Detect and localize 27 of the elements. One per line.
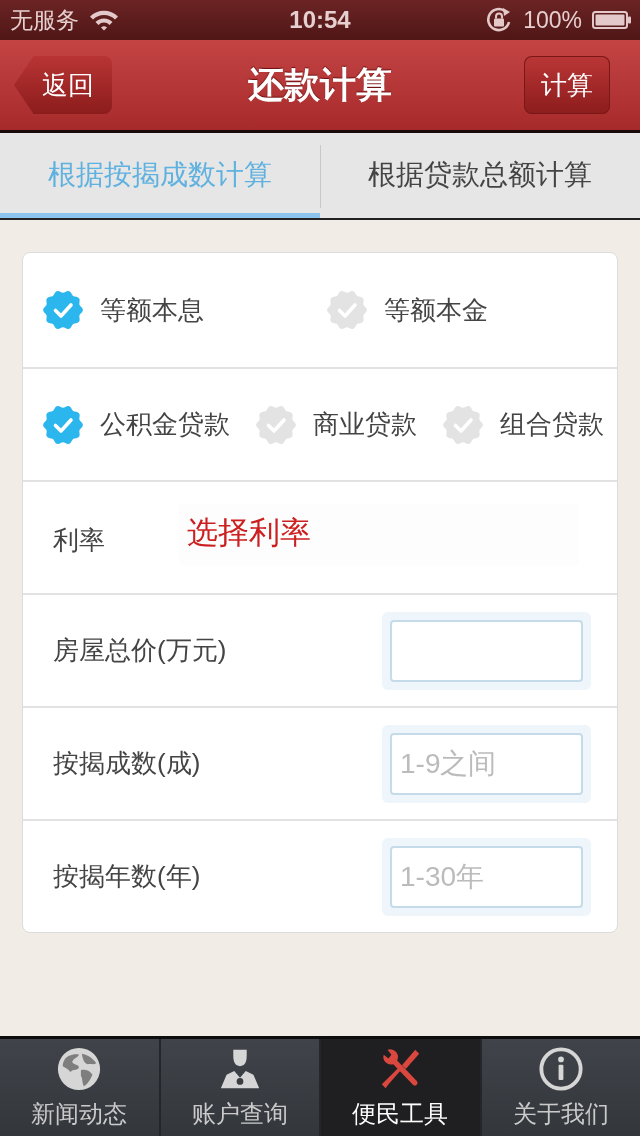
loan-type-option[interactable]: 组合贷款 — [443, 404, 604, 445]
battery-percent: 100% — [523, 6, 582, 34]
calculate-button[interactable]: 计算 — [524, 56, 610, 114]
tab-bar-item[interactable]: 新闻动态 — [0, 1039, 159, 1136]
wifi-icon — [89, 9, 119, 31]
field-label: 按揭成数(成) — [52, 747, 201, 780]
input-field[interactable]: 1-30年 — [382, 837, 591, 916]
tab[interactable]: 根据贷款总额计算 — [320, 133, 640, 218]
input-field[interactable]: 1-9之间 — [382, 724, 591, 803]
tab-bar-item[interactable]: 关于我们 — [479, 1039, 640, 1136]
field-label: 房屋总价(万元) — [52, 634, 227, 667]
repayment-method-option[interactable]: 等额本金 — [327, 290, 611, 330]
field-label: 按揭年数(年) — [52, 860, 201, 893]
globe-icon — [56, 1045, 103, 1092]
page-title: 还款计算 — [248, 62, 392, 107]
clock-time: 10:54 — [289, 6, 351, 34]
back-button[interactable]: 返回 — [14, 56, 112, 114]
battery-icon — [592, 11, 632, 29]
carrier-text: 无服务 — [10, 5, 79, 35]
info-icon — [537, 1045, 584, 1092]
loan-type-option[interactable]: 公积金贷款 — [43, 404, 230, 445]
loan-type-option[interactable]: 商业贷款 — [256, 404, 417, 445]
rate-label: 利率 — [52, 524, 106, 557]
tab-bar-item[interactable]: 账户查询 — [158, 1039, 319, 1136]
input-field[interactable] — [382, 611, 591, 690]
repayment-method-option[interactable]: 等额本息 — [43, 290, 327, 330]
tab-bar-item[interactable]: 便民工具 — [319, 1039, 480, 1136]
